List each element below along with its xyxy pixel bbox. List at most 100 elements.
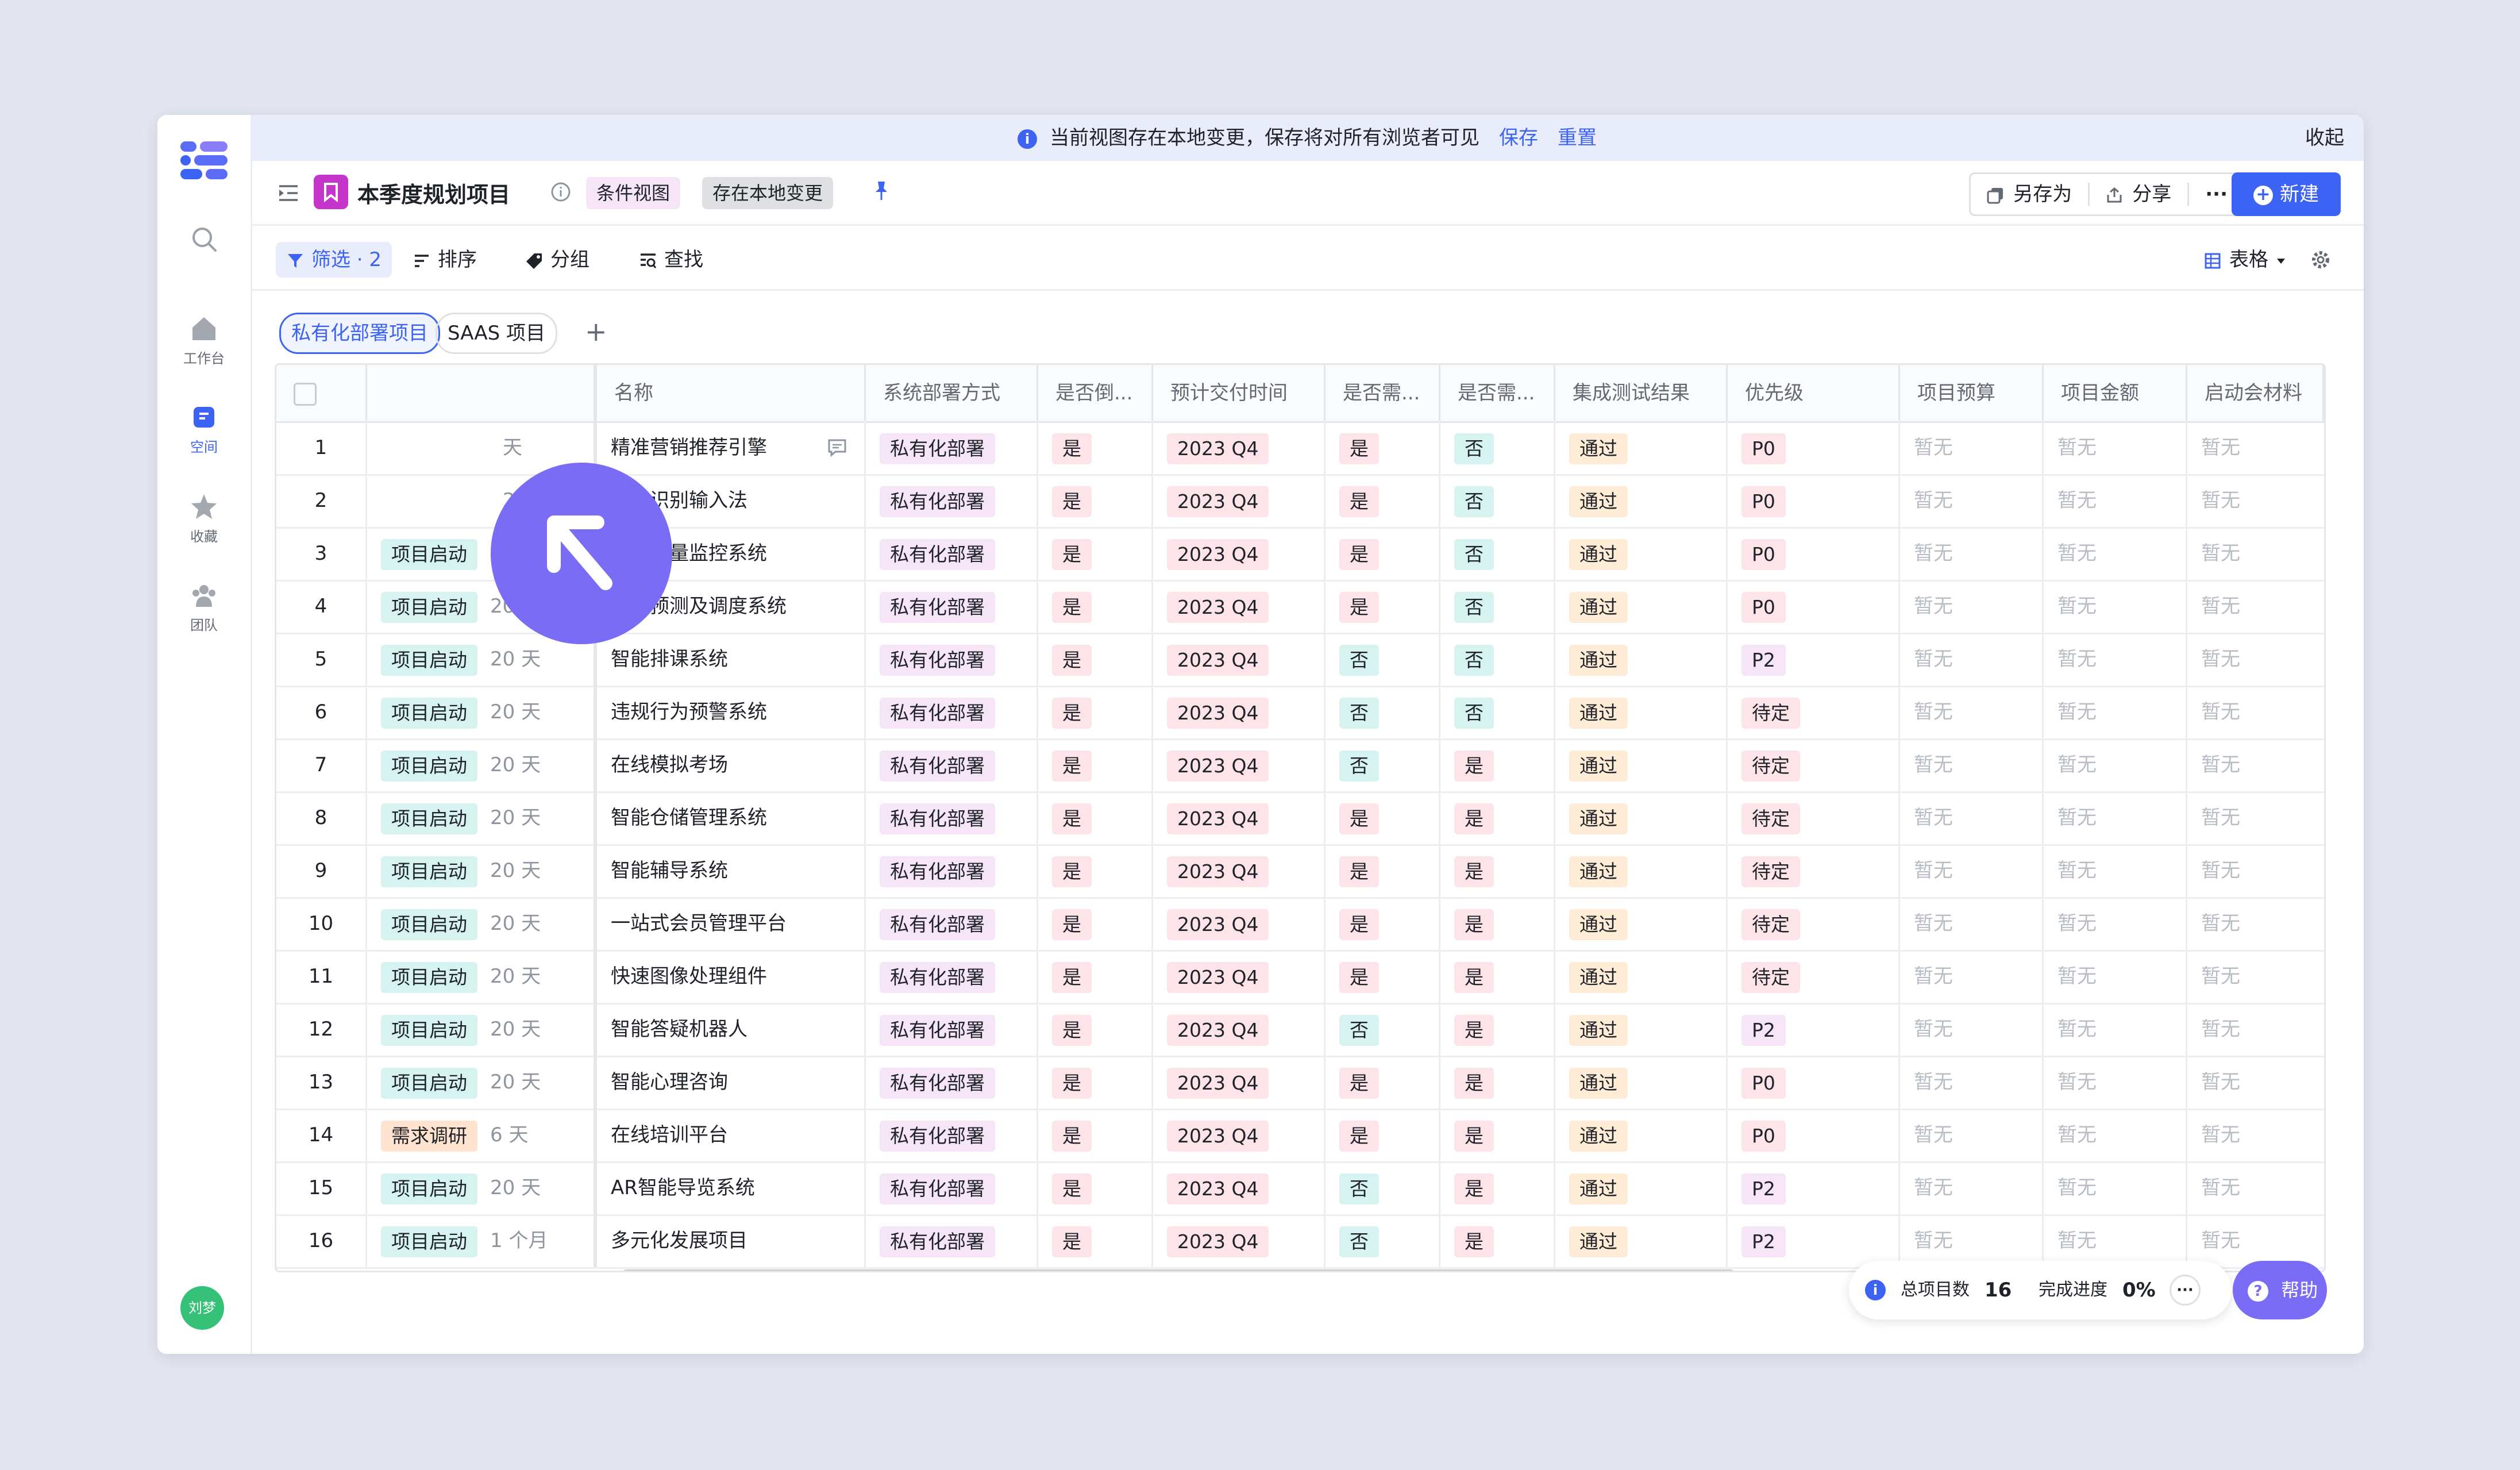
delivery-cell[interactable]: 2023 Q4 [1153,633,1325,686]
save-link[interactable]: 保存 [1499,126,1538,149]
delivery-cell[interactable]: 2023 Q4 [1153,897,1325,950]
deploy-cell[interactable]: 私有化部署 [866,1056,1038,1109]
flag-cell[interactable]: 是 [1038,1056,1153,1109]
amount-cell[interactable]: 暂无 [2044,1214,2187,1267]
table-row[interactable]: 7 项目启动 20 天在线模拟考场 私有化部署是 2023 Q4 否是通过 待定 暂无 暂无 暂无 [276,738,2324,793]
deploy-cell[interactable]: 私有化部署 [866,421,1038,474]
flag-cell[interactable]: 是 [1440,1056,1555,1109]
info-circle-icon[interactable] [550,182,571,202]
budget-cell[interactable]: 暂无 [1900,580,2044,633]
budget-cell[interactable]: 暂无 [1900,686,2044,738]
stage-cell[interactable]: 项目启动 20 天 [367,844,597,897]
collapse-button[interactable]: 收起 [2305,115,2344,161]
test-result-cell[interactable]: 通过 [1555,527,1728,580]
add-tab-button[interactable]: + [585,318,607,345]
budget-cell[interactable]: 暂无 [1900,527,2044,580]
column-header[interactable]: 是否倒... [1038,365,1153,421]
kickoff-material-cell[interactable]: 暂无 [2187,844,2324,897]
delivery-cell[interactable]: 2023 Q4 [1153,527,1325,580]
amount-cell[interactable]: 暂无 [2044,1109,2187,1161]
save-as-button[interactable]: 另存为 [1971,174,2088,214]
flag-cell[interactable]: 是 [1440,897,1555,950]
table-row[interactable]: 11 项目启动 20 天快速图像处理组件 私有化部署是 2023 Q4 是是通过 待定 暂无暂… [276,950,2324,1005]
deploy-cell[interactable]: 私有化部署 [866,897,1038,950]
tab-saas[interactable]: SAAS 项目 [436,313,558,354]
flag-cell[interactable]: 是 [1038,897,1153,950]
help-button[interactable]: ? 帮助 [2233,1261,2327,1319]
avatar[interactable]: 刘梦 [180,1286,224,1330]
flag-cell[interactable]: 是 [1038,738,1153,791]
flag-cell[interactable]: 是 [1325,1109,1440,1161]
pin-icon[interactable] [870,179,893,202]
flag-cell[interactable]: 是 [1038,527,1153,580]
flag-cell[interactable]: 否 [1325,633,1440,686]
budget-cell[interactable]: 暂无 [1900,474,2044,527]
test-result-cell[interactable]: 通过 [1555,791,1728,844]
amount-cell[interactable]: 暂无 [2044,738,2187,791]
flag-cell[interactable]: 是 [1325,474,1440,527]
flag-cell[interactable]: 是 [1440,1161,1555,1214]
name-cell[interactable]: 在线培训平台 [597,1109,866,1161]
delivery-cell[interactable]: 2023 Q4 [1153,1056,1325,1109]
kickoff-material-cell[interactable]: 暂无 [2187,527,2324,580]
flag-cell[interactable]: 是 [1440,950,1555,1003]
delivery-cell[interactable]: 2023 Q4 [1153,1161,1325,1214]
delivery-cell[interactable]: 2023 Q4 [1153,738,1325,791]
kickoff-material-cell[interactable]: 暂无 [2187,738,2324,791]
local-change-chip[interactable]: 存在本地变更 [702,177,834,209]
budget-cell[interactable]: 暂无 [1900,1003,2044,1056]
flag-cell[interactable]: 是 [1038,1214,1153,1267]
priority-cell[interactable]: P2 [1728,1003,1900,1056]
budget-cell[interactable]: 暂无 [1900,844,2044,897]
flag-cell[interactable]: 是 [1440,791,1555,844]
kickoff-material-cell[interactable]: 暂无 [2187,1161,2324,1214]
test-result-cell[interactable]: 通过 [1555,1003,1728,1056]
flag-cell[interactable]: 否 [1325,738,1440,791]
flag-cell[interactable]: 否 [1325,1003,1440,1056]
name-cell[interactable]: 智能答疑机器人 [597,1003,866,1056]
column-header[interactable]: 启动会材料 [2187,365,2324,421]
priority-cell[interactable]: 待定 [1728,686,1900,738]
stage-cell[interactable]: 项目启动 20 天 [367,1003,597,1056]
flag-cell[interactable]: 是 [1038,686,1153,738]
share-button[interactable]: 分享 [2090,174,2187,214]
flag-cell[interactable]: 是 [1325,580,1440,633]
priority-cell[interactable]: P2 [1728,633,1900,686]
priority-cell[interactable]: P0 [1728,580,1900,633]
flag-cell[interactable]: 是 [1325,421,1440,474]
stats-more-button[interactable]: ··· [2170,1275,2201,1306]
deploy-cell[interactable]: 私有化部署 [866,844,1038,897]
amount-cell[interactable]: 暂无 [2044,686,2187,738]
flag-cell[interactable]: 是 [1325,1056,1440,1109]
budget-cell[interactable]: 暂无 [1900,633,2044,686]
flag-cell[interactable]: 是 [1038,950,1153,1003]
column-header[interactable]: 集成测试结果 [1555,365,1728,421]
stage-cell[interactable]: 项目启动 20 天 [367,897,597,950]
stage-cell[interactable]: 项目启动 20 天 [367,738,597,791]
stage-cell[interactable]: 需求调研 6 天 [367,1109,597,1161]
amount-cell[interactable]: 暂无 [2044,580,2187,633]
test-result-cell[interactable]: 通过 [1555,1161,1728,1214]
amount-cell[interactable]: 暂无 [2044,950,2187,1003]
kickoff-material-cell[interactable]: 暂无 [2187,950,2324,1003]
deploy-cell[interactable]: 私有化部署 [866,950,1038,1003]
flag-cell[interactable]: 否 [1440,580,1555,633]
flag-cell[interactable]: 是 [1038,421,1153,474]
column-header[interactable]: 是否需... [1440,365,1555,421]
test-result-cell[interactable]: 通过 [1555,633,1728,686]
delivery-cell[interactable]: 2023 Q4 [1153,421,1325,474]
flag-cell[interactable]: 是 [1440,1214,1555,1267]
amount-cell[interactable]: 暂无 [2044,791,2187,844]
delivery-cell[interactable]: 2023 Q4 [1153,1109,1325,1161]
amount-cell[interactable]: 暂无 [2044,527,2187,580]
search-icon[interactable] [157,224,251,254]
name-cell[interactable]: 一站式会员管理平台 [597,897,866,950]
deploy-cell[interactable]: 私有化部署 [866,686,1038,738]
flag-cell[interactable]: 是 [1038,1003,1153,1056]
priority-cell[interactable]: P2 [1728,1214,1900,1267]
flag-cell[interactable]: 是 [1038,580,1153,633]
priority-cell[interactable]: 待定 [1728,844,1900,897]
name-cell[interactable]: 智能仓储管理系统 [597,791,866,844]
flag-cell[interactable]: 是 [1440,844,1555,897]
test-result-cell[interactable]: 通过 [1555,1056,1728,1109]
